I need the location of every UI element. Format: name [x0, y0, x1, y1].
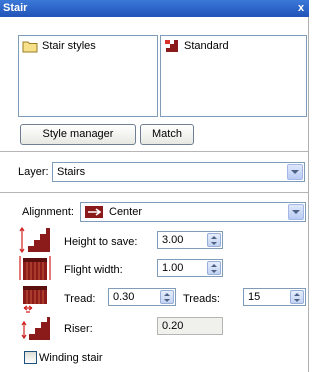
riser-label: Riser:	[64, 323, 93, 335]
spinner-arrows-icon[interactable]	[160, 290, 174, 304]
spinner-arrows-icon[interactable]	[290, 290, 304, 304]
chevron-down-icon[interactable]	[287, 164, 303, 180]
treads-value: 15	[248, 291, 261, 303]
list-item-label: Stair styles	[42, 40, 96, 52]
stair-style-icon	[165, 40, 178, 52]
chevron-down-icon[interactable]	[288, 204, 304, 220]
flight-width-value: 1.00	[162, 262, 184, 274]
treads-label: Treads:	[183, 293, 220, 305]
tread-label: Tread:	[64, 293, 96, 305]
stair-panel: Stair x Stair styles Standard Style mana…	[0, 0, 309, 372]
winding-stair-checkbox[interactable]	[24, 351, 37, 364]
spinner-arrows-icon[interactable]	[207, 233, 221, 247]
window-title: Stair	[3, 2, 28, 14]
flight-width-label: Flight width:	[64, 264, 123, 276]
riser-value: 0.20	[162, 320, 184, 332]
title-bar: Stair x	[0, 0, 309, 17]
height-to-save-label: Height to save:	[64, 236, 138, 248]
style-manager-button[interactable]: Style manager	[20, 124, 136, 145]
styles-tree-list[interactable]: Stair styles	[18, 35, 158, 117]
flight-width-field[interactable]: 1.00	[157, 259, 223, 277]
list-item-label: Standard	[184, 40, 229, 52]
alignment-value: Center	[109, 206, 143, 218]
list-item[interactable]: Stair styles	[22, 39, 96, 53]
alignment-dropdown[interactable]: Center	[80, 202, 306, 222]
styles-detail-list[interactable]: Standard	[160, 35, 307, 117]
match-button[interactable]: Match	[140, 124, 194, 145]
tread-field[interactable]: 0.30	[108, 288, 176, 306]
divider	[0, 192, 309, 193]
folder-icon	[22, 41, 38, 53]
divider	[0, 151, 309, 152]
treads-field[interactable]: 15	[243, 288, 306, 306]
alignment-label: Alignment:	[22, 206, 74, 218]
flight-width-icon	[19, 256, 51, 280]
close-icon[interactable]: x	[294, 1, 308, 15]
tread-icon	[23, 286, 47, 313]
layer-label: Layer:	[18, 166, 49, 178]
winding-stair-label: Winding stair	[39, 352, 103, 364]
layer-value: Stairs	[57, 166, 86, 178]
layer-dropdown[interactable]: Stairs	[52, 162, 305, 182]
stair-height-icon	[19, 226, 50, 254]
height-to-save-value: 3.00	[162, 234, 184, 246]
riser-field: 0.20	[157, 317, 223, 335]
riser-icon	[21, 317, 50, 340]
spinner-arrows-icon[interactable]	[207, 261, 221, 275]
list-item[interactable]: Standard	[164, 39, 229, 53]
height-to-save-field[interactable]: 3.00	[157, 231, 223, 249]
tread-value: 0.30	[113, 291, 135, 303]
center-alignment-icon	[85, 206, 103, 218]
